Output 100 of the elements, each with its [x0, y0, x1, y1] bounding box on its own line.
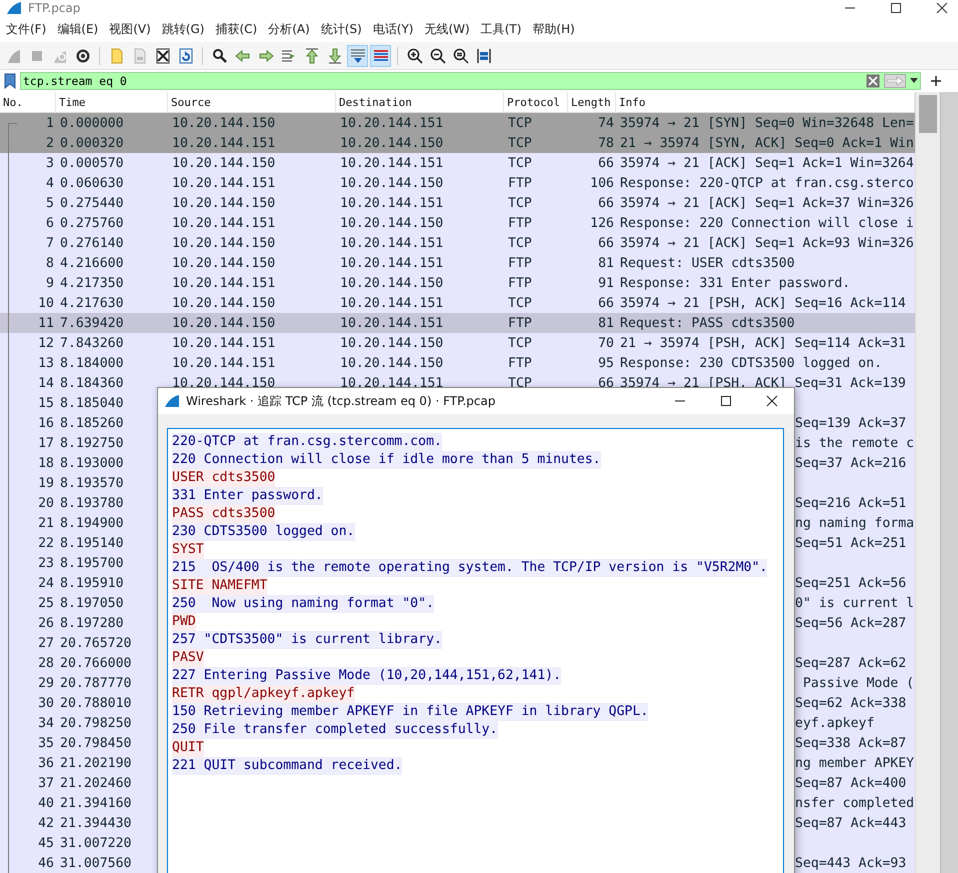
table-cell-text: Seq=443 Ack=93 — [795, 856, 908, 870]
shark-fin-icon — [164, 394, 180, 408]
table-cell-text: 9 — [45, 276, 55, 290]
close-icon[interactable] — [766, 395, 778, 407]
table-cell-text: 8.195700 — [59, 556, 125, 570]
table-cell-text: 70 — [597, 336, 615, 350]
menu-item[interactable]: 分析(A) — [264, 20, 317, 38]
table-cell-text: 21 — [37, 516, 55, 530]
table-cell-text: 4.217630 — [59, 296, 125, 310]
menu-item[interactable]: 视图(V) — [105, 20, 158, 38]
menu-item[interactable]: 帮助(H) — [528, 20, 582, 38]
menu-item[interactable]: 工具(T) — [476, 20, 528, 38]
table-cell-text: 21 → 35974 [SYN, ACK] Seq=0 Ack=1 Win — [619, 136, 915, 150]
packet-row[interactable]: 11 7.639420 10.20.144.150 10.20.144.151 FTP 81 Request: PASS cdts3500 — [0, 313, 915, 333]
table-cell-text: 8.185040 — [59, 396, 125, 410]
table-cell-text: 19 — [37, 476, 55, 490]
table-cell-text: 0.275440 — [59, 196, 125, 210]
table-cell-text: 35974 → 21 [ACK] Seq=1 Ack=37 Win=326 — [619, 196, 915, 210]
table-cell-text: FTP — [507, 176, 533, 190]
toolbar-button[interactable] — [370, 44, 391, 66]
table-cell-text: 10.20.144.151 — [339, 196, 444, 210]
table-cell-text: 7.639420 — [59, 316, 125, 330]
table-cell-text: Seq=56 Ack=287 — [795, 616, 908, 630]
zoom-reset-icon — [452, 48, 468, 64]
packet-row[interactable]: 5 0.275440 10.20.144.150 10.20.144.151 TCP 66 35974 → 21 [ACK] Seq=1 Ack=37 Win=326 — [0, 193, 915, 213]
maximize-icon[interactable] — [720, 395, 732, 407]
scrollbar[interactable] — [915, 92, 940, 873]
clear-button[interactable] — [864, 73, 882, 89]
table-cell-text: FTP — [507, 356, 533, 370]
table-cell-text: 31.007560 — [59, 856, 132, 870]
table-cell-text: 8.193570 — [59, 476, 125, 490]
table-cell-text: 8.197280 — [59, 616, 125, 630]
table-cell-text: TCP — [507, 236, 533, 250]
packet-row[interactable]: 2 0.000320 10.20.144.151 10.20.144.150 TCP 78 21 → 35974 [SYN, ACK] Seq=0 Ack=1 Win — [0, 133, 915, 153]
toolbar-button[interactable] — [347, 44, 368, 66]
menu-item[interactable]: 无线(W) — [420, 20, 477, 38]
packet-row[interactable]: 13 8.184000 10.20.144.151 10.20.144.150 FTP 95 Response: 230 CDTS3500 logged on. — [0, 353, 915, 373]
add-icon[interactable] — [931, 76, 941, 86]
menu-item[interactable]: 文件(F) — [2, 20, 54, 38]
close-icon[interactable] — [936, 2, 948, 14]
table-cell-text: 10.20.144.150 — [339, 356, 444, 370]
table-cell-text: 66 — [597, 156, 615, 170]
table-cell-text: 21.202460 — [59, 776, 132, 790]
table-cell-text: 34 — [37, 716, 55, 730]
table-cell-text: 74 — [597, 116, 615, 130]
table-cell-text: 11 — [37, 316, 55, 330]
table-cell-text: 126 — [589, 216, 615, 230]
table-cell-text: 0.276140 — [59, 236, 125, 250]
filter-field[interactable]: tcp.stream eq 0 — [20, 72, 921, 90]
table-cell-text: 3 — [45, 156, 55, 170]
packet-row[interactable]: 12 7.843260 10.20.144.151 10.20.144.150 TCP 70 21 → 35974 [PSH, ACK] Seq=114 Ack=31 — [0, 333, 915, 353]
packet-row[interactable]: 9 4.217350 10.20.144.151 10.20.144.150 FTP 91 Response: 331 Enter password. — [0, 273, 915, 293]
packet-row[interactable]: 6 0.275760 10.20.144.151 10.20.144.150 FTP 126 Response: 220 Connection will close i — [0, 213, 915, 233]
table-cell-text: 10.20.144.151 — [339, 116, 444, 130]
table-cell-text: 35974 → 21 [ACK] Seq=1 Ack=1 Win=3264 — [619, 156, 915, 170]
table-cell-text: FTP — [507, 276, 533, 290]
table-cell-text: TCP — [507, 376, 533, 390]
table-cell-text: 10.20.144.150 — [339, 336, 444, 350]
table-cell-text: 24 — [37, 576, 55, 590]
table-cell: ng naming forma — [795, 516, 915, 530]
table-cell-text: 10.20.144.151 — [339, 156, 444, 170]
table-cell-text: 10.20.144.150 — [171, 116, 276, 130]
table-cell-text: 21.394430 — [59, 816, 132, 830]
table-cell-text: 35 — [37, 736, 55, 750]
menu-item[interactable]: 电话(Y) — [368, 20, 420, 38]
packet-row[interactable]: 3 0.000570 10.20.144.150 10.20.144.151 TCP 66 35974 → 21 [ACK] Seq=1 Ack=1 Win=3264 — [0, 153, 915, 173]
table-cell-text: TCP — [507, 296, 533, 310]
table-cell-text: 37 — [37, 776, 55, 790]
table-cell-text: 10.20.144.150 — [339, 136, 444, 150]
packet-row[interactable]: 4 0.060630 10.20.144.151 10.20.144.150 FTP 106 Response: 220-QTCP at fran.csg.sterco — [0, 173, 915, 193]
menu-item[interactable]: 统计(S) — [316, 20, 369, 38]
packet-row[interactable]: 8 4.216600 10.20.144.150 10.20.144.151 FTP 81 Request: USER cdts3500 — [0, 253, 915, 273]
table-cell-text: 7 — [45, 236, 55, 250]
table-cell-text: 10.20.144.151 — [339, 236, 444, 250]
table-cell-text: TCP — [507, 136, 533, 150]
table-cell-text: 35974 → 21 [ACK] Seq=1 Ack=93 Win=326 — [619, 236, 915, 250]
window-title: FTP.pcap — [28, 1, 80, 15]
table-cell-text: 20.798450 — [59, 736, 132, 750]
table-cell-text: 4.217350 — [59, 276, 125, 290]
bookmark-icon[interactable] — [4, 73, 16, 89]
packet-row[interactable]: 7 0.276140 10.20.144.150 10.20.144.151 TCP 66 35974 → 21 [ACK] Seq=1 Ack=93 Win=326 — [0, 233, 915, 253]
table-cell-text: Seq=62 Ack=338 — [795, 696, 908, 710]
packet-row[interactable]: 10 4.217630 10.20.144.150 10.20.144.151 TCP 66 35974 → 21 [PSH, ACK] Seq=16 Ack=114 — [0, 293, 915, 313]
table-cell-text: 40 — [37, 796, 55, 810]
table-cell-text: 10.20.144.150 — [171, 256, 276, 270]
table-cell-text: FTP — [507, 256, 533, 270]
maximize-icon[interactable] — [890, 2, 902, 14]
shark-fin-icon — [6, 1, 22, 15]
table-cell-text: 8.193000 — [59, 456, 125, 470]
menu-item[interactable]: 跳转(G) — [158, 20, 212, 38]
table-cell-text: 18 — [37, 456, 55, 470]
table-cell-text: 27 — [37, 636, 55, 650]
zoom-out-icon — [430, 48, 446, 64]
table-cell-text: eyf.apkeyf — [795, 716, 876, 730]
table-cell-text: 8.197050 — [59, 596, 125, 610]
menu-item[interactable]: 捕获(C) — [211, 20, 264, 38]
menu-item[interactable]: 编辑(E) — [53, 20, 106, 38]
packet-row[interactable]: 1 0.000000 10.20.144.150 10.20.144.151 TCP 74 35974 → 21 [SYN] Seq=0 Win=32648 Len= — [0, 113, 915, 133]
table-cell-text: 8 — [45, 256, 55, 270]
table-cell-text: 4.216600 — [59, 256, 125, 270]
